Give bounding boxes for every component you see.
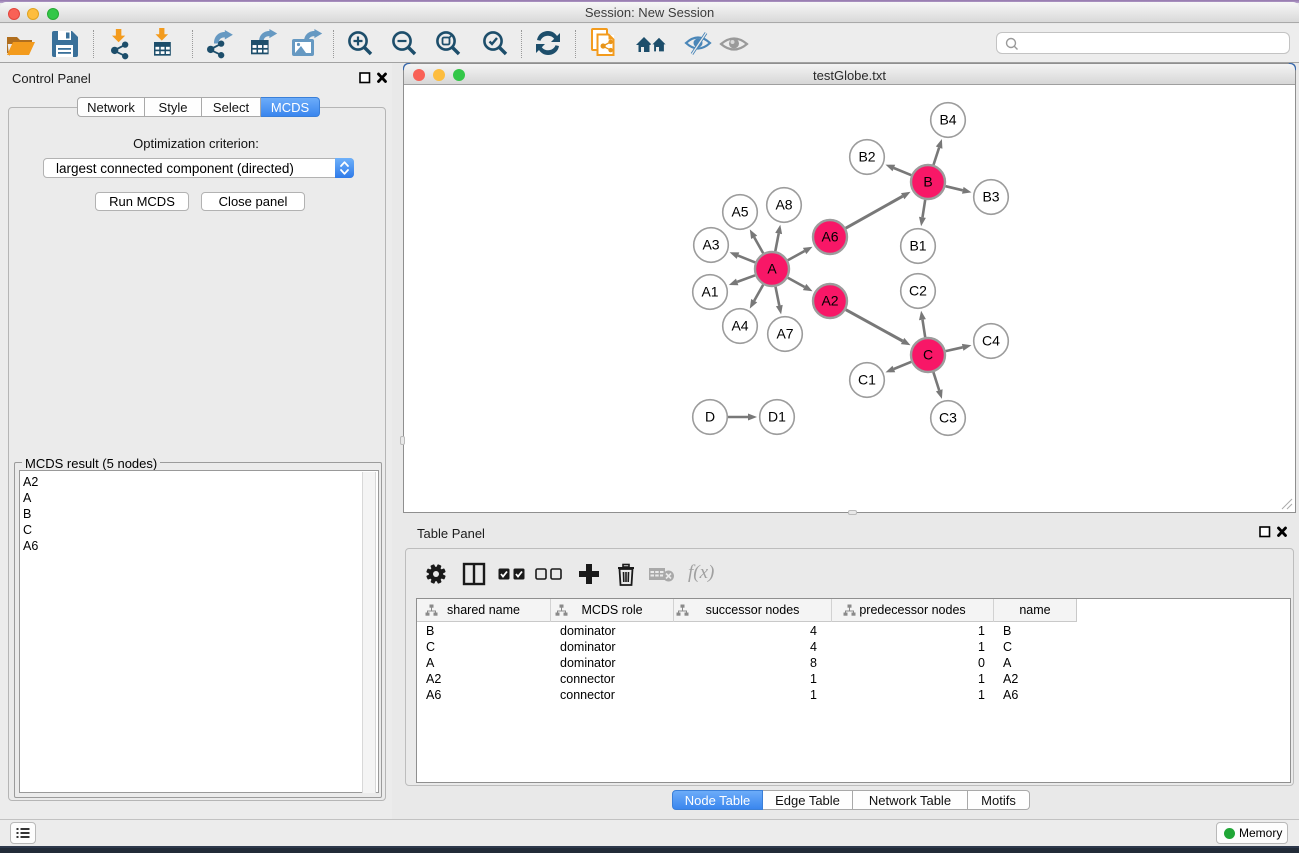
svg-text:A3: A3: [702, 237, 719, 253]
svg-text:C4: C4: [982, 333, 1000, 349]
svg-text:A5: A5: [731, 204, 748, 220]
svg-text:A7: A7: [776, 326, 793, 342]
svg-text:A: A: [767, 261, 777, 277]
svg-text:B1: B1: [909, 238, 926, 254]
svg-text:C3: C3: [939, 410, 957, 426]
svg-text:B4: B4: [939, 112, 956, 128]
svg-text:B: B: [923, 174, 932, 190]
svg-text:A4: A4: [731, 318, 748, 334]
svg-text:C1: C1: [858, 372, 876, 388]
svg-text:D: D: [705, 409, 715, 425]
svg-text:B3: B3: [982, 189, 999, 205]
svg-text:A6: A6: [821, 229, 838, 245]
svg-text:A2: A2: [821, 293, 838, 309]
svg-text:C: C: [923, 347, 933, 363]
svg-text:D1: D1: [768, 409, 786, 425]
svg-text:A1: A1: [701, 284, 718, 300]
svg-text:C2: C2: [909, 283, 927, 299]
svg-text:B2: B2: [858, 149, 875, 165]
svg-text:A8: A8: [775, 197, 792, 213]
